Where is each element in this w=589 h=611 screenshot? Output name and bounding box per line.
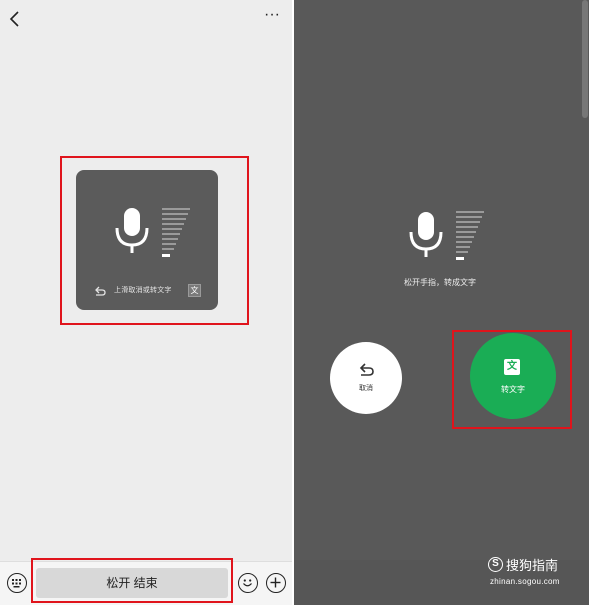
more-icon: ··· <box>264 6 280 23</box>
back-button[interactable] <box>6 8 24 30</box>
cancel-button[interactable]: 取消 <box>330 342 402 414</box>
watermark-brand-row: S 搜狗指南 <box>488 555 558 573</box>
keyboard-icon <box>12 579 21 588</box>
highlight-voice-card <box>60 156 249 325</box>
cancel-label: 取消 <box>359 385 373 392</box>
release-hint-text: 松开手指，转成文字 <box>404 278 476 287</box>
undo-icon <box>359 363 374 376</box>
back-icon <box>9 11 19 27</box>
scrollbar[interactable] <box>582 0 588 118</box>
watermark-brand: 搜狗指南 <box>506 557 559 573</box>
microphone-icon <box>409 212 443 257</box>
more-button[interactable]: ··· <box>262 7 282 26</box>
recording-overlay-right <box>294 0 589 605</box>
volume-level-icon <box>456 211 484 260</box>
emoji-icon <box>243 579 252 587</box>
plus-icon <box>270 577 281 588</box>
emoji-button[interactable] <box>238 573 258 593</box>
keyboard-button[interactable] <box>7 573 27 593</box>
highlight-hold-button <box>31 558 233 603</box>
watermark-domain: zhinan.sogou.com <box>490 577 560 586</box>
watermark: S 搜狗指南 zhinan.sogou.com <box>488 553 578 593</box>
highlight-convert-button <box>452 330 572 429</box>
sogou-logo-icon: S <box>488 556 503 572</box>
more-actions-button[interactable] <box>266 573 286 593</box>
